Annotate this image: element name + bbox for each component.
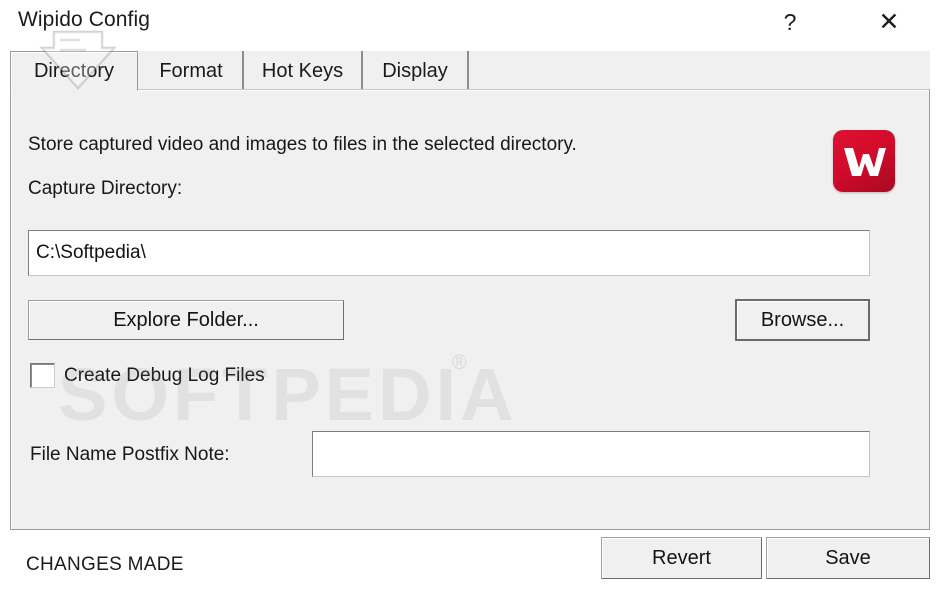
tab-hot-keys-label: Hot Keys <box>261 59 344 82</box>
wipido-logo-icon <box>833 130 895 192</box>
close-button[interactable]: ✕ <box>866 0 912 44</box>
status-text: CHANGES MADE <box>26 554 184 575</box>
save-button[interactable]: Save <box>766 537 930 579</box>
tab-display[interactable]: Display <box>363 51 469 91</box>
capture-directory-input[interactable]: C:\Softpedia\ <box>28 230 870 276</box>
window-title: Wipido Config <box>18 8 151 31</box>
file-name-postfix-label: File Name Postfix Note: <box>30 444 230 465</box>
tab-hot-keys[interactable]: Hot Keys <box>244 51 363 91</box>
tab-directory[interactable]: Directory <box>10 51 138 91</box>
tab-directory-label: Directory <box>33 59 114 82</box>
tab-format[interactable]: Format <box>140 51 244 91</box>
browse-button[interactable]: Browse... <box>735 299 870 341</box>
create-debug-log-files-checkbox[interactable]: Create Debug Log Files <box>30 363 265 388</box>
tab-strip: Directory Format Hot Keys Display <box>10 51 930 91</box>
title-bar: Wipido Config ? ✕ <box>0 0 940 47</box>
tab-format-label: Format <box>159 59 223 82</box>
revert-button[interactable]: Revert <box>601 537 762 579</box>
checkbox-box[interactable] <box>30 363 55 388</box>
capture-directory-label: Capture Directory: <box>28 178 183 199</box>
config-window: Wipido Config ? ✕ Directory Format Hot K… <box>0 0 940 591</box>
help-button[interactable]: ? <box>767 0 813 44</box>
tab-display-label: Display <box>382 59 448 82</box>
file-name-postfix-input[interactable] <box>312 431 870 477</box>
panel-description: Store captured video and images to files… <box>28 134 577 155</box>
explore-folder-button[interactable]: Explore Folder... <box>28 300 344 340</box>
close-icon: ✕ <box>878 7 900 36</box>
question-mark-icon: ? <box>783 8 797 35</box>
create-debug-log-files-label: Create Debug Log Files <box>64 364 265 386</box>
